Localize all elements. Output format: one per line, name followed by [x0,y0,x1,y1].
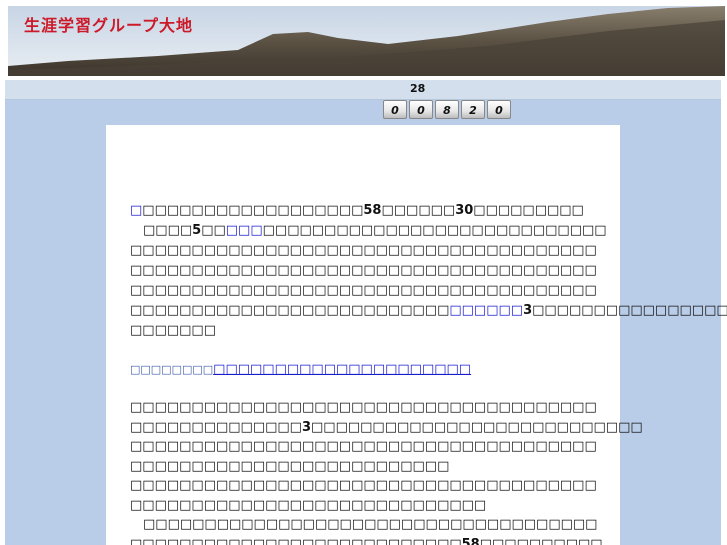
access-counter: 0 0 8 2 0 [383,100,513,121]
text-line: □□□□□□□□□□□□□□□□□□□□□□□□□□□□□□□□□□□□□□ [130,400,597,416]
text-run: □□□□□□□□□□□□□□□□□□□□□□□□□□□□□ [130,497,487,513]
text-run: □□□□□□□□□ [473,203,584,218]
text-line: □□□□□□□□□□□□□□□□□□□□□□□□□□□58□□□□□□□□□□ [130,537,603,545]
text-line: □□□□□□□□□□□□□□□□□□□□□□□□□□□□□□□□□□□□□□ [130,439,597,455]
counter-digit: 0 [487,100,511,119]
header-banner: 生涯学習グループ大地 [8,6,725,76]
counter-digit: 0 [383,100,407,119]
counter-number: 28 [410,82,426,95]
text-line: □□□□□□□□□□□□□□□□□□□□□□□□□□□□□□□□3□□□□□□□… [130,303,727,319]
text-line: □□□□□□□□□□□□□□□□□□□□□□□□□□□□□ [130,498,486,514]
text-line: □□□□□□□□□□□□□□□□□□□□□□□□□□□□□□□□□□□□□ [130,517,597,533]
small-link[interactable]: □□□□□□□□ [130,363,213,376]
text-run: □□□□□□□□□□□□□□□□□□□□□□□□□□□□□□□□□□□□□□ [130,263,597,278]
text-run: □□□□□□□□□□□□□□□□□□□□□□□□□□□ [130,536,462,545]
text-line: □□□□□□□□□□□□□□□□□□□□□□□□□□ [130,459,449,475]
counter-digit: 2 [461,100,485,119]
text-line: □□□□□□□□□□□□□□3□□□□□□□□□□□□□□□□□□□□□□□□□… [130,420,643,436]
text-run: 3 [301,419,312,435]
text-run: □□ [201,223,226,238]
text-run: 3 [523,303,533,318]
text-line: □□□□□□□□□□□□□□□□□□□□□□□□□□□□□□□□□□□□□□ [130,263,597,279]
text-line: □□□□□□□□□□□□□□□□□□□□□□□□□□□□□□□□□□□□□□ [130,478,597,494]
text-line: □□□□5□□□□□□□□□□□□□□□□□□□□□□□□□□□□□□□□□ [130,223,607,239]
text-run: □□□□□□□□□□□□□□□□□□ [142,203,364,218]
text-run: □□□□□□□□□□□□□□□□□□□□□□□□□□□□□□□□□□□□□□ [130,400,597,415]
text-run: □□□□□□□□□□□□□□□□□□□□□□□□□□ [130,303,450,318]
text-run: □□□□□□□□□□□□□□□□□□□□□□□□□□□□□□□□□□□□□ [130,517,598,532]
text-run: □□□□□□□□□□□□□□□□ [532,303,727,318]
text-run: □□□□ [130,223,193,238]
counter-digit: 8 [435,100,459,119]
inline-link[interactable]: □ [130,203,142,218]
text-run: □□□□□□□□□□□□□□ [130,419,302,435]
text-line: □□□□□□□□□□□□□□□□□□□58□□□□□□30□□□□□□□□□ [130,203,584,219]
text-run: 58 [363,203,382,218]
link-row: □□□□□□□□□□□□□□□□□□□□□□□□□□□□□ [130,362,471,378]
content-panel: □□□□□□□□□□□□□□□□□□□58□□□□□□30□□□□□□□□□ □… [106,125,727,545]
text-run: □□□□□□□□□□□□□□□□□□□□□□□□□□□ [311,419,643,435]
text-line: □□□□□□□□□□□□□□□□□□□□□□□□□□□□□□□□□□□□□□ [130,243,597,259]
text-run: □□□□□□□□□□ [479,536,603,545]
text-run: □□□□□□□ [130,323,216,338]
text-run: 58 [461,536,480,545]
text-run: □□□□□□□□□□□□□□□□□□□□□□□□□□ [130,458,450,474]
text-line: □□□□□□□□□□□□□□□□□□□□□□□□□□□□□□□□□□□□□□ [130,283,597,299]
text-run: 5 [192,223,202,238]
text-run: □□□□□□ [381,203,456,218]
text-run: 30 [455,203,474,218]
inline-link[interactable]: □□□□□□ [449,303,523,318]
text-run: □□□□□□□□□□□□□□□□□□□□□□□□□□□□□□□□□□□□□□ [130,478,597,493]
text-run: □□□□□□□□□□□□□□□□□□□□□□□□□□□□□□□□□□□□□□ [130,439,597,454]
main-link[interactable]: □□□□□□□□□□□□□□□□□□□□□ [213,362,471,377]
counter-digit: 0 [409,100,433,119]
site-title: 生涯学習グループ大地 [24,16,194,35]
text-run: □□□□□□□□□□□□□□□□□□□□□□□□□□□□ [262,223,607,238]
text-run: □□□□□□□□□□□□□□□□□□□□□□□□□□□□□□□□□□□□□□ [130,243,597,258]
page: 生涯学習グループ大地 28 0 0 8 2 0 □□□□□□□□□□□□□□□□… [0,0,727,545]
inline-link[interactable]: □□□ [226,223,263,238]
text-line: □□□□□□□ [130,323,216,339]
counter-bar: 28 [5,79,721,100]
text-run: □□□□□□□□□□□□□□□□□□□□□□□□□□□□□□□□□□□□□□ [130,283,597,298]
